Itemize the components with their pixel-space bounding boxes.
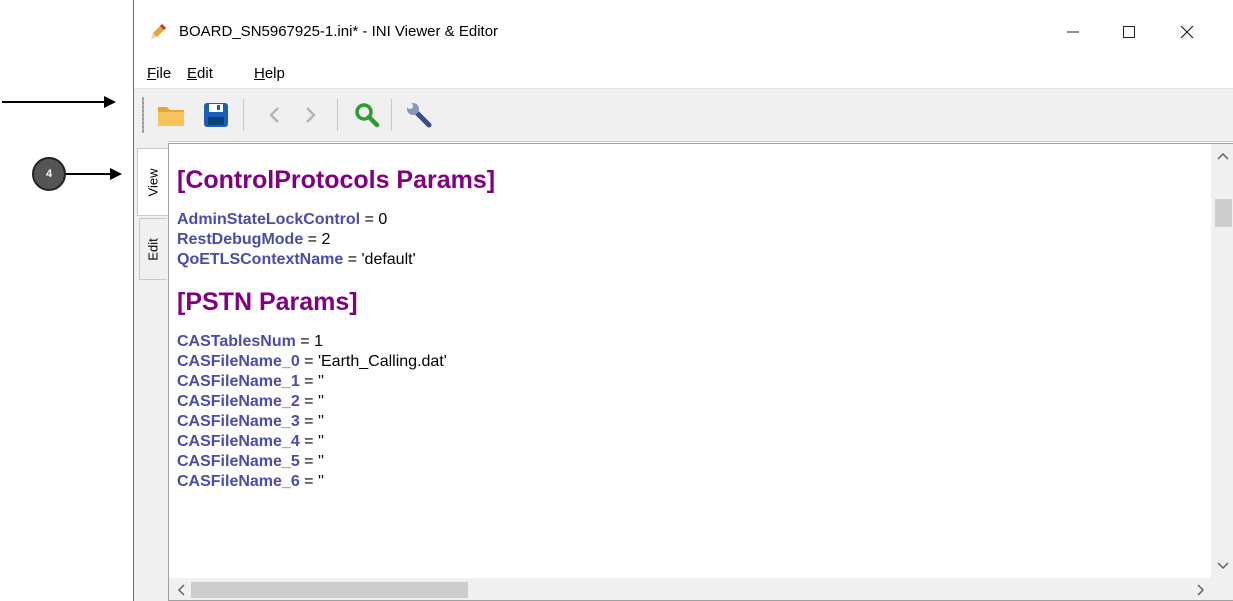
back-button[interactable] xyxy=(257,98,291,132)
close-icon xyxy=(1180,25,1194,39)
toolbar xyxy=(134,88,1233,142)
side-tab-strip: View Edit xyxy=(134,140,168,601)
ini-value: = '' xyxy=(299,433,325,450)
section-header: [PSTN Params] xyxy=(177,288,358,316)
toolbar-separator xyxy=(243,99,244,131)
menu-file-label: ile xyxy=(156,65,172,82)
vertical-scroll-thumb[interactable] xyxy=(1215,199,1232,227)
toolbar-separator xyxy=(391,99,392,131)
settings-wrench-icon xyxy=(407,103,432,128)
open-folder-icon xyxy=(158,107,184,126)
ini-key: CASFileName_4 xyxy=(177,433,300,450)
section-header: [ControlProtocols Params] xyxy=(177,166,496,194)
ini-value: = 'Earth_Calling.dat' xyxy=(299,353,447,370)
settings-button[interactable] xyxy=(402,98,436,132)
menu-edit-label: dit xyxy=(197,65,213,82)
ini-key: CASFileName_2 xyxy=(177,393,300,410)
horizontal-scrollbar[interactable] xyxy=(169,578,1213,600)
tab-edit-label: Edit xyxy=(146,237,161,261)
ini-value: = '' xyxy=(299,473,325,490)
maximize-button[interactable] xyxy=(1106,18,1152,46)
scroll-up-icon[interactable] xyxy=(1213,146,1233,166)
back-icon xyxy=(269,107,279,123)
ini-entry: RestDebugMode = 2 xyxy=(177,230,495,250)
scroll-down-icon[interactable] xyxy=(1213,556,1233,576)
menu-edit[interactable]: Edit xyxy=(187,65,213,82)
ini-value: = '' xyxy=(299,393,325,410)
scroll-right-icon[interactable] xyxy=(1191,580,1211,600)
scroll-left-icon[interactable] xyxy=(171,580,191,600)
ini-entry: CASFileName_2 = '' xyxy=(177,392,495,412)
menu-edit-mnemonic: E xyxy=(187,65,198,82)
pencil-icon xyxy=(151,24,166,39)
ini-value: = '' xyxy=(299,413,325,430)
ini-key: CASFileName_3 xyxy=(177,413,300,430)
title-bar: BOARD_SN5967925-1.ini* - INI Viewer & Ed… xyxy=(134,0,1233,60)
maximize-icon xyxy=(1123,26,1135,38)
save-icon xyxy=(204,103,228,127)
annotation-callout: 4 xyxy=(32,157,66,191)
menu-help-mnemonic: H xyxy=(254,65,265,82)
ini-key: CASFileName_5 xyxy=(177,453,300,470)
annotation-arrow-toolbar xyxy=(2,96,116,108)
ini-document: [ControlProtocols Params] AdminStateLockC… xyxy=(177,164,495,492)
menu-help-label: elp xyxy=(264,65,285,82)
ini-entry: CASFileName_1 = '' xyxy=(177,372,495,392)
ini-entry: CASFileName_6 = '' xyxy=(177,472,495,492)
horizontal-scroll-thumb[interactable] xyxy=(191,582,468,598)
close-button[interactable] xyxy=(1164,18,1210,46)
vertical-scrollbar[interactable] xyxy=(1211,144,1233,578)
ini-value: = 2 xyxy=(303,231,331,248)
ini-viewer-pane[interactable]: [ControlProtocols Params] AdminStateLockC… xyxy=(168,143,1233,601)
menu-file-mnemonic: F xyxy=(147,65,157,82)
ini-value: = 1 xyxy=(295,333,323,350)
open-button[interactable] xyxy=(154,98,188,132)
app-window: BOARD_SN5967925-1.ini* - INI Viewer & Ed… xyxy=(133,0,1233,601)
ini-key: RestDebugMode xyxy=(177,231,304,248)
annotation-arrow-view-tab xyxy=(66,168,122,180)
forward-icon xyxy=(306,107,316,123)
search-button[interactable] xyxy=(350,98,384,132)
tab-view-label: View xyxy=(145,168,161,196)
ini-value: = '' xyxy=(299,373,325,390)
forward-button[interactable] xyxy=(294,98,328,132)
ini-value: = 0 xyxy=(360,211,388,228)
minimize-button[interactable] xyxy=(1050,18,1096,46)
ini-entry: CASFileName_3 = '' xyxy=(177,412,495,432)
ini-key: CASTablesNum xyxy=(177,333,296,350)
ini-entry: CASFileName_5 = '' xyxy=(177,452,495,472)
ini-value: = 'default' xyxy=(343,251,416,268)
minimize-icon xyxy=(1067,31,1079,33)
save-button[interactable] xyxy=(199,98,233,132)
ini-key: AdminStateLockControl xyxy=(177,211,361,228)
ini-key: CASFileName_6 xyxy=(177,473,300,490)
search-icon xyxy=(355,103,380,128)
window-title: BOARD_SN5967925-1.ini* - INI Viewer & Ed… xyxy=(179,23,499,40)
tab-edit[interactable]: Edit xyxy=(139,218,167,280)
ini-entry: CASFileName_0 = 'Earth_Calling.dat' xyxy=(177,352,495,372)
ini-entry: QoETLSContextName = 'default' xyxy=(177,250,495,270)
ini-key: CASFileName_0 xyxy=(177,353,300,370)
ini-entry: CASTablesNum = 1 xyxy=(177,332,495,352)
toolbar-grip[interactable] xyxy=(142,97,144,133)
ini-value: = '' xyxy=(299,453,325,470)
scrollbar-corner xyxy=(1211,578,1233,600)
menu-bar: File Edit Help xyxy=(134,60,1233,86)
menu-file[interactable]: File xyxy=(147,65,171,82)
ini-key: QoETLSContextName xyxy=(177,251,344,268)
menu-help[interactable]: Help xyxy=(254,65,285,82)
ini-entry: CASFileName_4 = '' xyxy=(177,432,495,452)
ini-key: CASFileName_1 xyxy=(177,373,300,390)
toolbar-separator xyxy=(337,99,338,131)
ini-entry: AdminStateLockControl = 0 xyxy=(177,210,495,230)
tab-view[interactable]: View xyxy=(137,148,168,216)
